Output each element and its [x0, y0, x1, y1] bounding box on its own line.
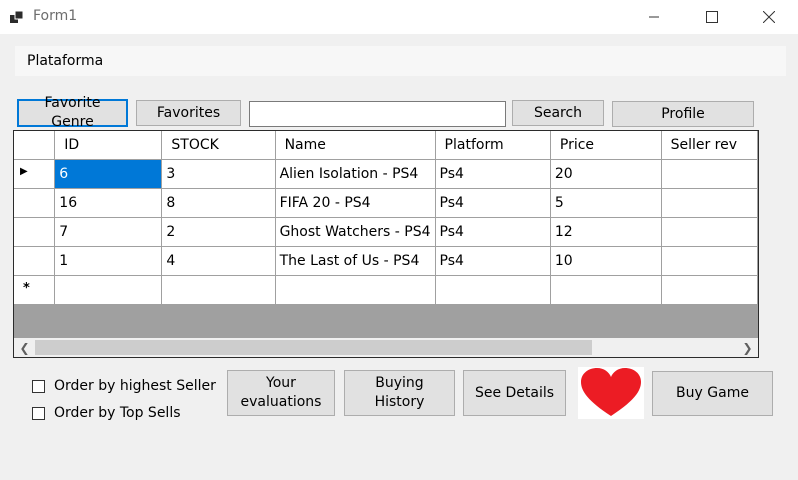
table-row[interactable]: 1 4 The Last of Us - PS4 Ps4 10 — [14, 246, 758, 276]
cell-name[interactable]: Ghost Watchers - PS4 — [275, 217, 436, 247]
cell-price[interactable]: 12 — [550, 217, 662, 247]
cell-price[interactable]: 20 — [550, 159, 662, 189]
menu-item-plataforma[interactable]: Plataforma — [27, 53, 103, 69]
cell-price[interactable]: 5 — [550, 188, 662, 218]
favorites-button[interactable]: Favorites — [136, 100, 241, 126]
cell-name[interactable]: The Last of Us - PS4 — [275, 246, 436, 276]
row-header[interactable] — [14, 246, 56, 276]
column-header-stock[interactable]: STOCK — [161, 131, 276, 160]
current-row-icon: ▶ — [20, 165, 28, 177]
search-input[interactable] — [249, 101, 506, 127]
app-icon — [10, 10, 24, 23]
close-icon — [763, 11, 775, 23]
cell-name[interactable]: Alien Isolation - PS4 — [275, 159, 436, 189]
scroll-left-icon[interactable]: ❮ — [16, 340, 33, 355]
cell-stock[interactable]: 3 — [161, 159, 276, 189]
menu-strip: Plataforma — [15, 46, 786, 76]
cell-platform[interactable]: Ps4 — [435, 159, 551, 189]
scroll-thumb[interactable] — [35, 340, 592, 355]
column-header-name[interactable]: Name — [275, 131, 436, 160]
cell-stock[interactable]: 4 — [161, 246, 276, 276]
cell-id[interactable]: 16 — [54, 188, 163, 218]
cell-stock[interactable]: 2 — [161, 217, 276, 247]
maximize-icon — [706, 11, 718, 23]
title-bar: Form1 — [0, 0, 798, 34]
cell-platform[interactable]: Ps4 — [435, 246, 551, 276]
buy-game-button[interactable]: Buy Game — [652, 371, 773, 416]
column-header-price[interactable]: Price — [550, 131, 662, 160]
cell-stock[interactable] — [161, 275, 276, 305]
buying-history-button[interactable]: Buying History — [344, 370, 455, 416]
table-row[interactable]: 16 8 FIFA 20 - PS4 Ps4 5 — [14, 188, 758, 218]
table-row[interactable]: ▶ 6 3 Alien Isolation - PS4 Ps4 20 — [14, 159, 758, 189]
games-grid[interactable]: ID STOCK Name Platform Price Seller rev … — [13, 130, 759, 358]
cell-id[interactable]: 1 — [54, 246, 163, 276]
horizontal-scrollbar[interactable]: ❮ ❯ — [14, 338, 758, 357]
cell-platform[interactable] — [435, 275, 551, 305]
row-header[interactable]: * — [14, 275, 56, 305]
close-button[interactable] — [740, 0, 798, 34]
cell-seller-rev[interactable] — [661, 217, 758, 247]
new-row-icon: * — [23, 280, 30, 296]
favorite-genre-button[interactable]: Favorite Genre — [17, 95, 128, 130]
cell-price[interactable] — [550, 275, 662, 305]
cell-id[interactable] — [54, 275, 163, 305]
minimize-button[interactable] — [625, 0, 683, 34]
cell-id[interactable]: 6 — [54, 159, 163, 189]
cell-seller-rev[interactable] — [661, 188, 758, 218]
grid-header-row: ID STOCK Name Platform Price Seller rev — [14, 131, 758, 160]
order-seller-checkbox[interactable] — [32, 379, 45, 393]
row-header[interactable] — [14, 217, 56, 247]
cell-seller-rev[interactable] — [661, 159, 758, 189]
cell-seller-rev[interactable] — [661, 246, 758, 276]
your-evaluations-button[interactable]: Your evaluations — [227, 370, 335, 416]
cell-platform[interactable]: Ps4 — [435, 188, 551, 218]
table-row[interactable]: 7 2 Ghost Watchers - PS4 Ps4 12 — [14, 217, 758, 247]
cell-name[interactable]: FIFA 20 - PS4 — [275, 188, 436, 218]
order-sells-checkbox[interactable] — [32, 406, 45, 420]
maximize-button[interactable] — [683, 0, 741, 34]
favorite-heart-button[interactable] — [578, 367, 644, 419]
order-seller-label: Order by highest Seller — [54, 378, 216, 394]
cell-seller-rev[interactable] — [661, 275, 758, 305]
minimize-icon — [649, 16, 659, 18]
scroll-right-icon[interactable]: ❯ — [739, 340, 756, 355]
row-header[interactable]: ▶ — [14, 159, 56, 189]
profile-button[interactable]: Profile — [612, 101, 754, 127]
cell-id[interactable]: 7 — [54, 217, 163, 247]
cell-platform[interactable]: Ps4 — [435, 217, 551, 247]
new-row[interactable]: * — [14, 275, 758, 305]
order-seller-option[interactable]: Order by highest Seller — [32, 378, 216, 394]
order-sells-label: Order by Top Sells — [54, 405, 181, 421]
row-header[interactable] — [14, 188, 56, 218]
cell-stock[interactable]: 8 — [161, 188, 276, 218]
cell-price[interactable]: 10 — [550, 246, 662, 276]
order-sells-option[interactable]: Order by Top Sells — [32, 405, 181, 421]
search-button[interactable]: Search — [512, 100, 604, 126]
cell-name[interactable] — [275, 275, 436, 305]
grid-corner-header[interactable] — [14, 131, 56, 160]
window-title: Form1 — [33, 8, 78, 24]
see-details-button[interactable]: See Details — [463, 370, 566, 416]
heart-icon — [581, 368, 641, 416]
column-header-seller-rev[interactable]: Seller rev — [661, 131, 758, 160]
column-header-id[interactable]: ID — [54, 131, 163, 160]
column-header-platform[interactable]: Platform — [435, 131, 551, 160]
